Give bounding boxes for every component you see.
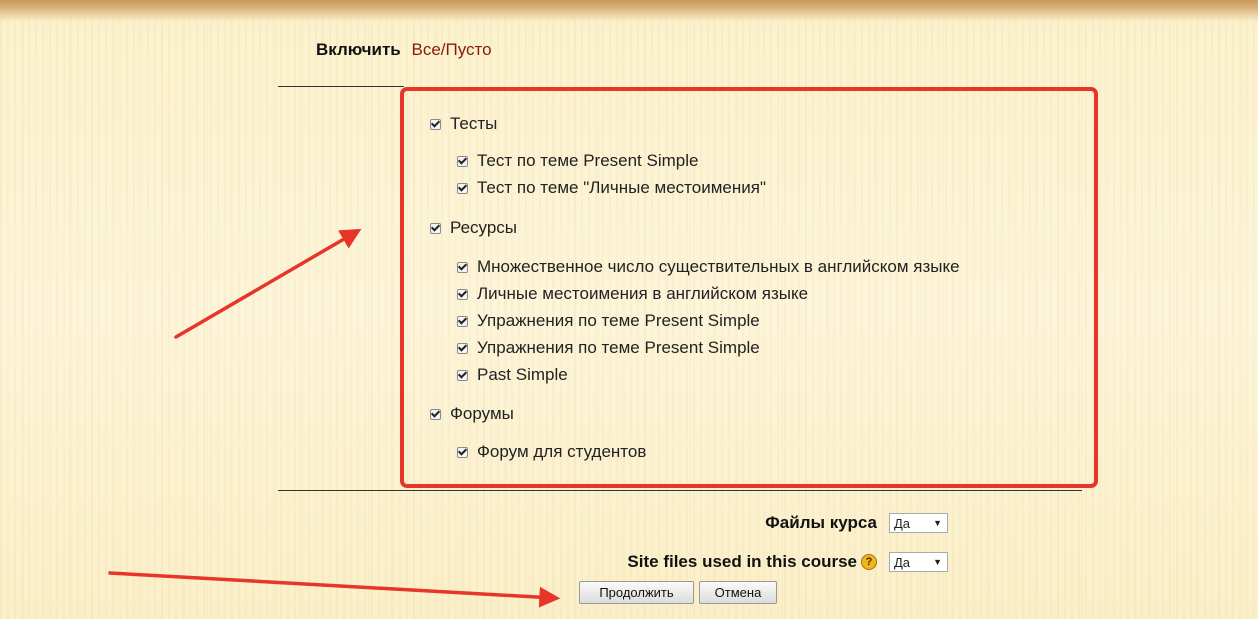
annotation-arrows bbox=[108, 228, 561, 608]
arrow-to-checklist bbox=[174, 228, 362, 339]
arrow-to-continue-button bbox=[108, 571, 561, 608]
